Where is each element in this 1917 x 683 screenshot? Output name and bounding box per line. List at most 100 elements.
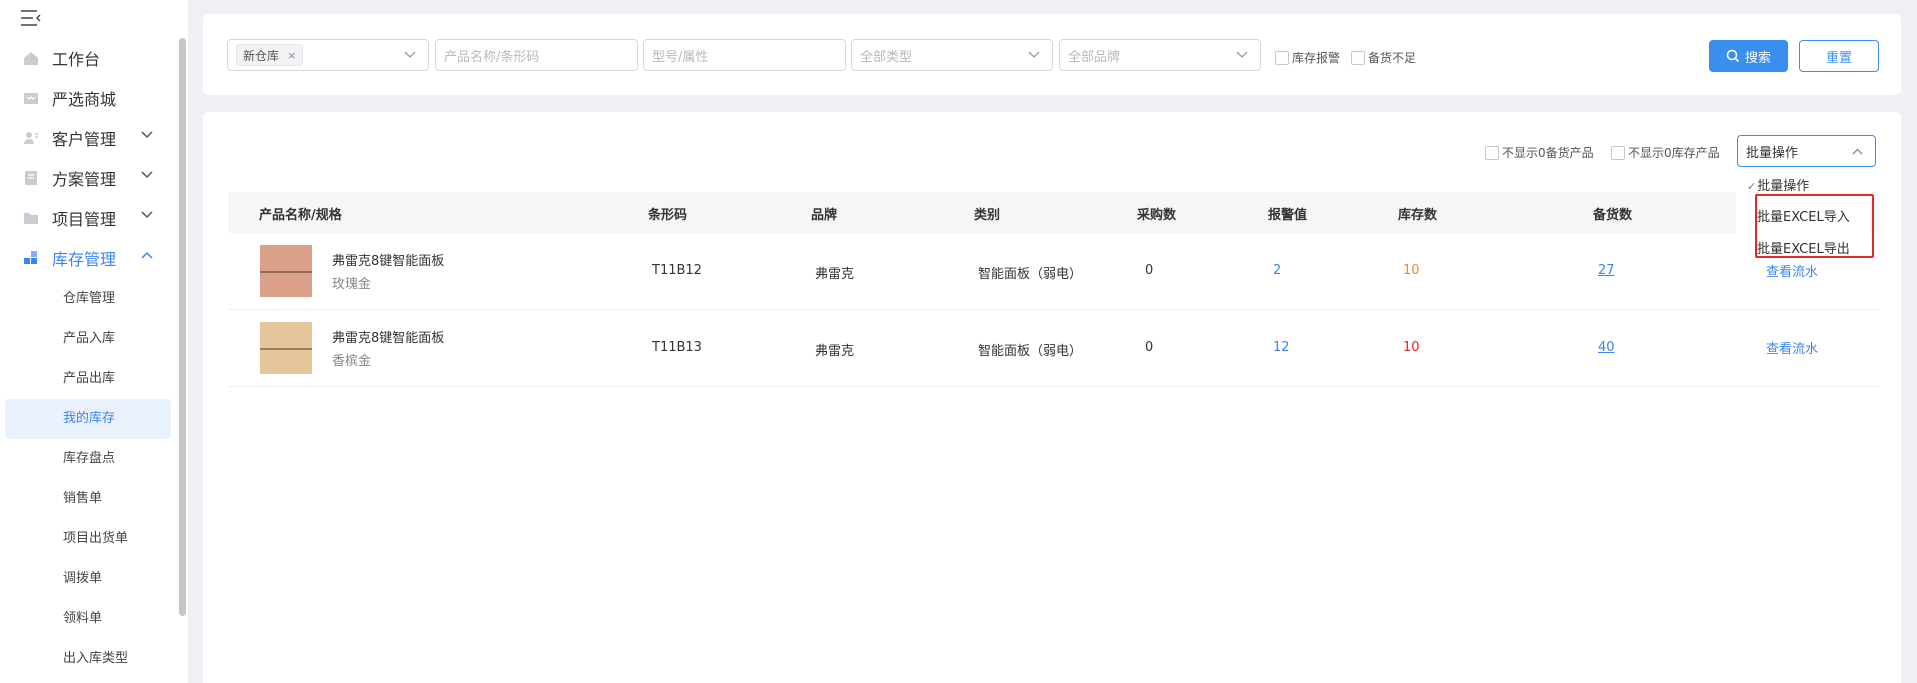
search-icon [1726,49,1740,63]
search-button-label: 搜索 [1744,50,1771,66]
reset-button[interactable]: 重置 [1799,40,1879,72]
alert-value-cell: 2 [1273,263,1282,278]
sidebar-scrollbar[interactable] [179,38,186,616]
checkbox-box[interactable] [1351,50,1365,65]
column-header: 采购数 [1137,208,1177,223]
sidebar-sub-sales-order[interactable]: 销售单 [5,479,171,519]
checkbox-box[interactable] [1275,50,1289,65]
chevron-down-icon [1028,51,1040,58]
column-header: 备货数 [1593,208,1633,223]
checkbox-label: 不显示0备货产品 [1502,146,1594,160]
chevron-down-icon [404,51,416,58]
product-thumbnail [260,322,312,374]
stock-cell: 10 [1403,263,1420,278]
sidebar-item-workbench[interactable]: 工作台 [0,38,178,78]
warehouse-select[interactable]: 新仓库 × [227,39,429,71]
warehouse-tag: 新仓库 × [236,44,304,66]
model-input[interactable]: 型号/属性 [643,39,846,71]
collapse-menu-icon[interactable] [20,9,42,27]
filter-panel: 新仓库 × 产品名称/条形码 型号/属性 全部类型 全部品牌 库存报警 备货不足… [203,14,1901,95]
view-flow-link[interactable]: 查看流水 [1766,261,1818,280]
checkbox-label: 备货不足 [1368,51,1417,65]
sidebar-item-label: 库存管理 [52,250,117,269]
sidebar-sub-io-type[interactable]: 出入库类型 [5,639,171,679]
search-button[interactable]: 搜索 [1709,40,1788,72]
tag-close-icon[interactable]: × [287,49,296,62]
inventory-table: 产品名称/规格 条形码 品牌 类别 采购数 报警值 库存数 备货数 弗雷克8键智… [228,192,1878,387]
menu-item-excel-import[interactable]: 批量EXCEL导入 [1757,206,1850,225]
checkbox-label: 库存报警 [1292,51,1341,65]
column-header: 库存数 [1398,208,1438,223]
chevron-up-icon [141,251,153,259]
bulk-action-value: 批量操作 [1746,145,1799,161]
sidebar-sub-warehouse[interactable]: 仓库管理 [5,279,171,319]
check-icon: ✓ [1747,180,1757,193]
sidebar-sub-my-inventory[interactable]: 我的库存 [5,399,171,439]
brand-select-value: 全部品牌 [1068,49,1121,65]
stock-shortage-checkbox[interactable]: 备货不足 [1351,49,1416,66]
column-header: 品牌 [811,208,838,223]
product-spec: 香槟金 [332,354,372,369]
checkbox-box[interactable] [1611,145,1625,160]
inventory-icon [22,249,40,267]
product-name-input[interactable]: 产品名称/条形码 [435,39,638,71]
sidebar-sub-outbound[interactable]: 产品出库 [5,359,171,399]
sidebar-sub-inbound[interactable]: 产品入库 [5,319,171,359]
brand-cell: 弗雷克 [815,344,855,359]
type-select[interactable]: 全部类型 [851,39,1053,71]
table-row: 弗雷克8键智能面板 玫瑰金 T11B12 弗雷克 智能面板（弱电） 0 2 10… [228,233,1878,310]
view-flow-link[interactable]: 查看流水 [1766,338,1818,357]
sidebar-sub-requisition[interactable]: 领料单 [5,599,171,639]
bulk-action-select[interactable]: 批量操作 [1737,135,1876,167]
hide-zero-stock-checkbox[interactable]: 不显示0库存产品 [1611,144,1720,161]
barcode-cell: T11B13 [652,340,702,355]
category-cell: 智能面板（弱电） [978,344,1083,359]
sidebar-item-label: 方案管理 [52,170,117,189]
sidebar-sub-stocktake[interactable]: 库存盘点 [5,439,171,479]
plan-icon [22,169,40,187]
sidebar-item-plan[interactable]: 方案管理 [0,158,178,198]
chevron-up-icon [1852,148,1863,155]
sidebar-item-label: 工作台 [52,50,101,69]
product-spec: 玫瑰金 [332,277,372,292]
table-row: 弗雷克8键智能面板 香槟金 T11B13 弗雷克 智能面板（弱电） 0 12 1… [228,310,1878,387]
purchase-cell: 0 [1145,263,1154,278]
sidebar-item-project[interactable]: 项目管理 [0,198,178,238]
chevron-down-icon [141,171,153,179]
sidebar-sub-transfer[interactable]: 调拨单 [5,559,171,599]
sidebar-sub-project-shipment[interactable]: 项目出货单 [5,519,171,559]
sidebar-item-inventory[interactable]: 库存管理 [0,238,178,278]
column-header: 条形码 [648,208,688,223]
barcode-cell: T11B12 [652,263,702,278]
sidebar-item-label: 项目管理 [52,210,117,229]
sidebar-item-mall[interactable]: 严选商城 [0,78,178,118]
table-header: 产品名称/规格 条形码 品牌 类别 采购数 报警值 库存数 备货数 [228,192,1878,233]
menu-item-bulk-action[interactable]: ✓批量操作 [1747,175,1809,194]
bulk-action-menu: ✓批量操作 批量EXCEL导入 批量EXCEL导出 [1736,167,1870,259]
chevron-down-icon [1236,51,1248,58]
product-thumbnail [260,245,312,297]
menu-item-excel-export[interactable]: 批量EXCEL导出 [1757,238,1850,257]
menu-item-label: 批量操作 [1757,179,1810,194]
stock-alert-checkbox[interactable]: 库存报警 [1275,49,1340,66]
category-cell: 智能面板（弱电） [978,267,1083,282]
product-name: 弗雷克8键智能面板 [332,331,445,346]
purchase-cell: 0 [1145,340,1154,355]
chevron-down-icon [141,131,153,139]
checkbox-box[interactable] [1485,145,1499,160]
inventory-list-panel: 不显示0备货产品 不显示0库存产品 批量操作 产品名称/规格 条形码 品牌 类别… [203,112,1901,683]
brand-cell: 弗雷克 [815,267,855,282]
sidebar-item-customer[interactable]: 客户管理 [0,118,178,158]
sidebar: 工作台 严选商城 客户管理 方案管理 项目管理 库存管理 仓库管理 产品入库 产… [0,0,188,683]
brand-select[interactable]: 全部品牌 [1059,39,1261,71]
alert-value-cell: 12 [1273,340,1290,355]
stockup-link[interactable]: 40 [1598,340,1615,355]
sidebar-item-label: 客户管理 [52,130,117,149]
stockup-link[interactable]: 27 [1598,263,1615,278]
stock-cell: 10 [1403,340,1420,355]
checkbox-label: 不显示0库存产品 [1628,146,1720,160]
customer-icon [22,129,40,147]
mall-icon [22,89,40,107]
folder-icon [22,209,40,227]
hide-zero-stockup-checkbox[interactable]: 不显示0备货产品 [1485,144,1594,161]
